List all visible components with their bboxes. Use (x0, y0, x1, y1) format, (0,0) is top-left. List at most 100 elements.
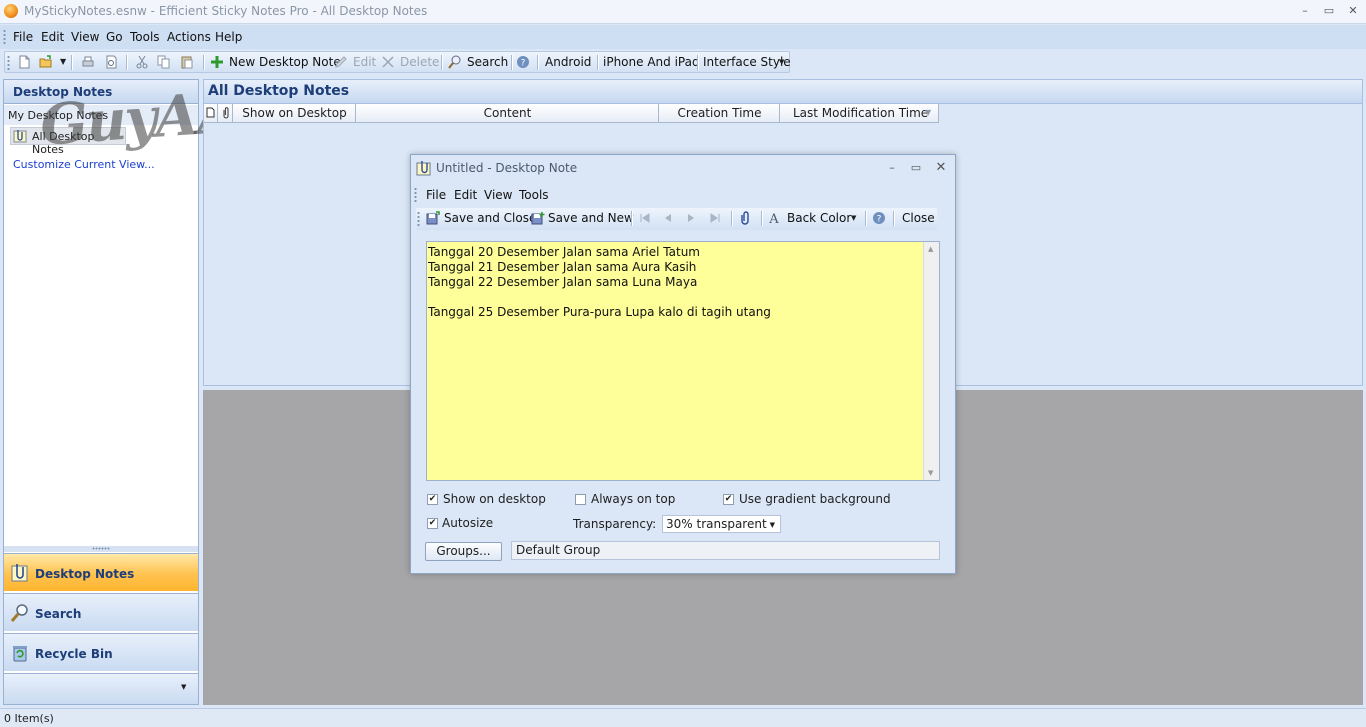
last-note-icon[interactable] (708, 211, 722, 225)
column-creation-time[interactable]: Creation Time (660, 104, 780, 122)
menu-go[interactable]: Go (106, 30, 123, 44)
maximize-button[interactable]: ▭ (1318, 3, 1340, 19)
nav-search[interactable]: Search (4, 593, 198, 631)
first-note-icon[interactable] (638, 211, 652, 225)
font-icon[interactable]: A (767, 211, 781, 225)
help-icon[interactable]: ? (516, 55, 530, 69)
note-toolbar: Save and Close Save and New A Back Color… (416, 208, 937, 230)
note-content-editor[interactable]: Tanggal 20 Desember Jalan sama Ariel Tat… (426, 241, 940, 481)
show-on-desktop-label[interactable]: Show on desktop (443, 492, 546, 506)
nav-overflow-bar[interactable]: ▼ (4, 673, 198, 704)
new-desktop-note-button[interactable]: New Desktop Note (229, 52, 341, 72)
group-field: Default Group (511, 541, 940, 560)
note-close-text-button[interactable]: Close (902, 208, 935, 228)
print-preview-icon[interactable] (104, 55, 118, 69)
page-title: All Desktop Notes (208, 83, 350, 99)
nav-label: Search (35, 607, 82, 621)
menu-actions[interactable]: Actions (167, 30, 211, 44)
note-scrollbar[interactable]: ▲ ▼ (923, 242, 939, 480)
edit-button[interactable]: Edit (353, 52, 376, 72)
note-menu-grip[interactable] (414, 187, 417, 203)
search-button[interactable]: Search (467, 52, 508, 72)
minimize-button[interactable]: – (1294, 3, 1316, 19)
autosize-checkbox[interactable]: ✔ (427, 518, 438, 529)
edit-pencil-icon[interactable] (334, 55, 348, 69)
groups-button[interactable]: Groups... (425, 542, 502, 561)
show-on-desktop-checkbox[interactable]: ✔ (427, 494, 438, 505)
column-last-modification-time[interactable]: Last Modification Time ▼ (781, 104, 939, 122)
add-plus-icon[interactable] (210, 55, 224, 69)
note-minimize-button[interactable]: – (881, 160, 903, 176)
next-note-icon[interactable] (684, 211, 698, 225)
menu-edit[interactable]: Edit (41, 30, 64, 44)
delete-x-icon[interactable] (381, 55, 395, 69)
delete-button[interactable]: Delete (400, 52, 439, 72)
column-content[interactable]: Content (357, 104, 659, 122)
always-on-top-checkbox[interactable] (575, 494, 586, 505)
tree-root[interactable]: My Desktop Notes (4, 105, 198, 125)
use-gradient-checkbox[interactable]: ✔ (723, 494, 734, 505)
previous-note-icon[interactable] (661, 211, 675, 225)
save-and-new-button[interactable]: Save and New (548, 208, 634, 228)
note-close-button[interactable]: ✕ (930, 160, 952, 176)
scroll-down-icon[interactable]: ▼ (928, 469, 933, 477)
transparency-select[interactable]: 30% transparent ▼ (662, 515, 781, 533)
customize-view-link[interactable]: Customize Current View... (13, 158, 155, 171)
check-mark-icon: ✔ (428, 494, 437, 504)
android-button[interactable]: Android (545, 52, 591, 72)
iphone-ipad-button[interactable]: iPhone And iPad (603, 52, 700, 72)
note-menu-tools[interactable]: Tools (519, 188, 549, 202)
copy-icon[interactable] (157, 55, 171, 69)
main-toolbar: ▼ New Desktop Note Edit Delete Search ? … (4, 51, 791, 73)
use-gradient-label[interactable]: Use gradient background (739, 492, 891, 506)
column-attachment[interactable] (219, 104, 233, 122)
column-label: Last Modification Time (793, 106, 929, 120)
sidebar-splitter[interactable] (4, 546, 198, 552)
save-and-close-button[interactable]: Save and Close (444, 208, 536, 228)
search-icon[interactable] (448, 55, 462, 69)
close-button[interactable]: ✕ (1342, 3, 1364, 19)
save-new-icon[interactable] (531, 211, 545, 225)
toolbar-separator (893, 211, 894, 226)
note-menu-edit[interactable]: Edit (454, 188, 477, 202)
paste-icon[interactable] (180, 55, 194, 69)
open-dropdown-arrow-icon[interactable]: ▼ (60, 57, 66, 66)
attachment-paperclip-icon[interactable] (738, 211, 752, 225)
back-color-dropdown-icon[interactable]: ▼ (851, 214, 856, 222)
new-file-icon[interactable] (17, 55, 31, 69)
note-menu-view[interactable]: View (484, 188, 512, 202)
recycle-bin-icon (13, 646, 27, 662)
help-icon[interactable]: ? (872, 211, 886, 225)
print-icon[interactable] (81, 55, 95, 69)
save-close-icon[interactable] (426, 211, 440, 225)
scroll-up-icon[interactable]: ▲ (928, 245, 933, 253)
menu-tools[interactable]: Tools (130, 30, 160, 44)
menu-view[interactable]: View (71, 30, 99, 44)
open-folder-icon[interactable] (39, 55, 53, 69)
nav-recycle-bin[interactable]: Recycle Bin (4, 633, 198, 671)
column-icon[interactable] (204, 104, 218, 122)
check-mark-icon: ✔ (724, 494, 733, 504)
tree-item-all-desktop-notes[interactable]: All Desktop Notes (10, 127, 126, 156)
note-title-bar[interactable]: Untitled - Desktop Note – ▭ ✕ (411, 155, 955, 181)
column-show-on-desktop[interactable]: Show on Desktop (234, 104, 356, 122)
toolbar-separator (511, 55, 512, 70)
back-color-button[interactable]: Back Color (787, 208, 851, 228)
chevron-down-icon[interactable]: ▼ (181, 683, 186, 691)
menubar-grip[interactable] (3, 29, 6, 45)
nav-desktop-notes[interactable]: Desktop Notes (4, 553, 198, 591)
note-window-title: Untitled - Desktop Note (436, 161, 578, 175)
interface-style-button[interactable]: Interface Style (703, 52, 791, 72)
note-maximize-button[interactable]: ▭ (905, 160, 927, 176)
cut-icon[interactable] (135, 55, 149, 69)
menu-file[interactable]: File (13, 30, 33, 44)
toolbar-separator (203, 55, 204, 70)
menu-help[interactable]: Help (215, 30, 242, 44)
interface-style-dropdown-icon[interactable]: ▼ (779, 58, 784, 66)
note-text[interactable]: Tanggal 20 Desember Jalan sama Ariel Tat… (428, 245, 771, 320)
autosize-label[interactable]: Autosize (442, 516, 493, 530)
toolbar-grip[interactable] (7, 55, 10, 71)
note-menu-file[interactable]: File (426, 188, 446, 202)
note-toolbar-grip[interactable] (417, 211, 420, 227)
always-on-top-label[interactable]: Always on top (591, 492, 675, 506)
